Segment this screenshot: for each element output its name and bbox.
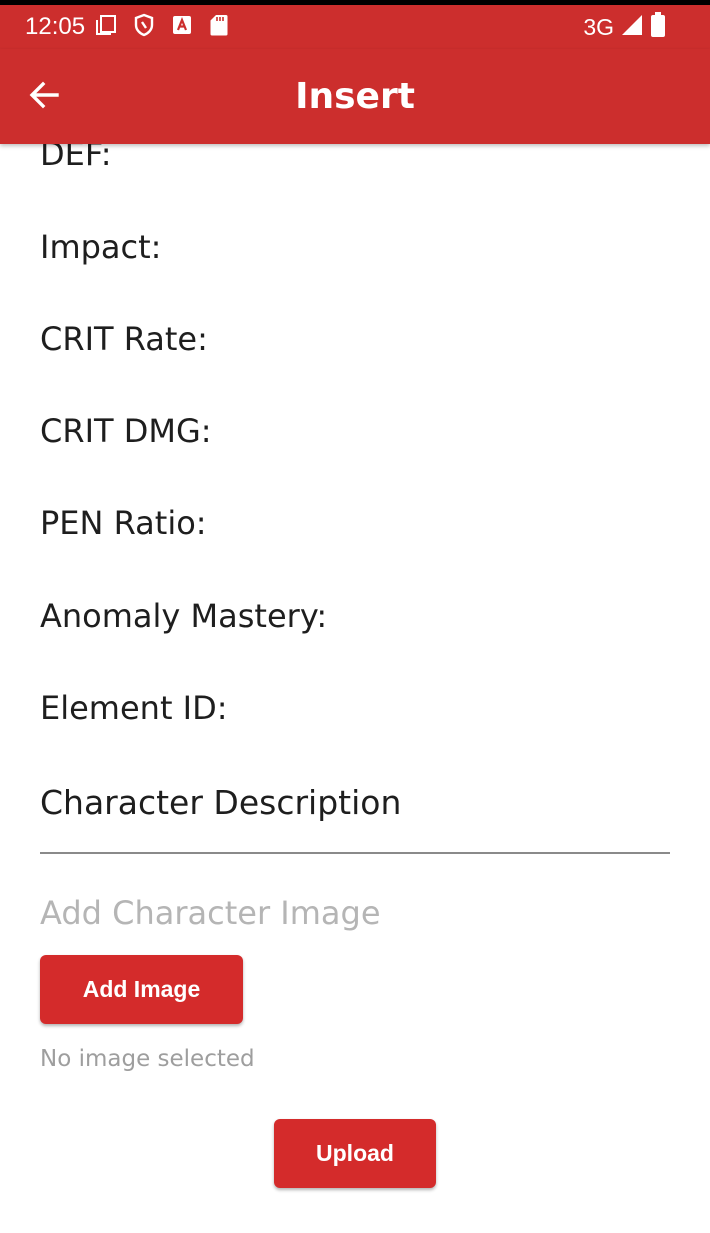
form-scroll-area[interactable]: DEF: Impact: CRIT Rate: CRIT DMG: PEN Ra… [0, 144, 710, 1233]
shield-icon [133, 13, 155, 41]
status-icons-left [95, 13, 229, 41]
back-button[interactable] [22, 75, 66, 119]
character-description-text: Character Description [40, 783, 402, 822]
screen-icon [95, 14, 117, 40]
signal-icon [620, 13, 644, 41]
status-icons-right: 3G [583, 12, 666, 42]
page-title: Insert [295, 76, 415, 117]
status-bar: 12:05 3G [0, 5, 710, 49]
def-field[interactable]: DEF: [40, 144, 112, 174]
anomaly-mastery-field[interactable]: Anomaly Mastery: [40, 596, 327, 636]
upload-button[interactable]: Upload [274, 1119, 436, 1188]
crit-dmg-field[interactable]: CRIT DMG: [40, 411, 212, 451]
add-image-button[interactable]: Add Image [40, 955, 243, 1024]
arrow-left-icon [27, 78, 61, 116]
crit-rate-field[interactable]: CRIT Rate: [40, 319, 208, 359]
status-time: 12:05 [25, 13, 86, 40]
pen-ratio-field[interactable]: PEN Ratio: [40, 503, 207, 543]
app-bar: Insert [0, 49, 710, 144]
battery-icon [650, 12, 666, 42]
impact-field[interactable]: Impact: [40, 227, 161, 267]
sd-card-icon [209, 13, 229, 41]
network-type: 3G [583, 14, 614, 40]
no-image-status: No image selected [40, 1046, 255, 1072]
element-id-field[interactable]: Element ID: [40, 688, 228, 728]
a-icon [171, 14, 193, 40]
character-description-input[interactable]: Character Description [40, 774, 670, 854]
add-character-image-hint: Add Character Image [40, 894, 381, 932]
